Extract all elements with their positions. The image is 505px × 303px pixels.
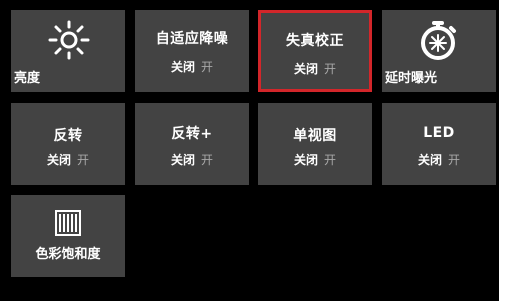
tile-invert-plus[interactable]: 反转+ 关闭开 <box>135 103 249 185</box>
tile-title: 单视图 <box>293 128 337 144</box>
toggle-on-label: 开 <box>77 153 90 167</box>
tile-title: 自适应降噪 <box>155 31 229 47</box>
tile-title: 失真校正 <box>286 33 344 49</box>
tile-time-lapse-label: 延时曝光 <box>385 71 438 86</box>
tile-distortion-correction[interactable]: 失真校正 关闭开 <box>258 10 372 92</box>
tile-single-view[interactable]: 单视图 关闭开 <box>258 103 372 185</box>
timer-icon <box>415 18 461 68</box>
color-bars-icon <box>55 210 81 240</box>
tile-title: 反转+ <box>171 126 213 142</box>
toggle-switch[interactable]: 关闭开 <box>258 151 372 168</box>
tile-color-saturation-label: 色彩饱和度 <box>35 247 101 262</box>
toggle-switch[interactable]: 关闭开 <box>11 151 125 168</box>
toggle-off-label: 关闭 <box>293 62 318 76</box>
tile-time-lapse[interactable]: 延时曝光 <box>382 10 496 92</box>
settings-panel: 亮度 自适应降噪 关闭开 失真校正 关闭开 延时曝光 反转 关闭 开 反转+ 关… <box>0 0 499 301</box>
tile-title: LED <box>423 125 455 141</box>
toggle-off-label: 关闭 <box>417 153 442 167</box>
toggle-switch[interactable]: 关闭开 <box>135 58 249 75</box>
brightness-icon <box>46 20 92 64</box>
toggle-on-label: 开 <box>448 153 461 167</box>
toggle-on-label: 开 <box>324 62 337 76</box>
tile-invert[interactable]: 反转 关闭开 <box>11 103 125 185</box>
toggle-switch[interactable]: 关闭开 <box>135 151 249 168</box>
toggle-on-label: 开 <box>324 153 337 167</box>
toggle-on-label: 开 <box>201 153 214 167</box>
tile-color-saturation[interactable]: 色彩饱和度 <box>11 195 125 277</box>
toggle-off-label: 关闭 <box>46 153 71 167</box>
toggle-off-label: 关闭 <box>170 60 195 74</box>
tile-led[interactable]: LED 关闭开 <box>382 103 496 185</box>
tile-title: 反转 <box>53 128 83 144</box>
toggle-off-label: 关闭 <box>170 153 195 167</box>
toggle-off-label: 关闭 <box>293 153 318 167</box>
toggle-switch[interactable]: 关闭开 <box>382 151 496 168</box>
toggle-switch[interactable]: 关闭开 <box>261 60 369 77</box>
tile-brightness[interactable]: 亮度 <box>11 10 125 92</box>
toggle-on-label: 开 <box>201 60 214 74</box>
tile-adaptive-noise-reduction[interactable]: 自适应降噪 关闭开 <box>135 10 249 92</box>
tile-brightness-label: 亮度 <box>14 71 41 86</box>
